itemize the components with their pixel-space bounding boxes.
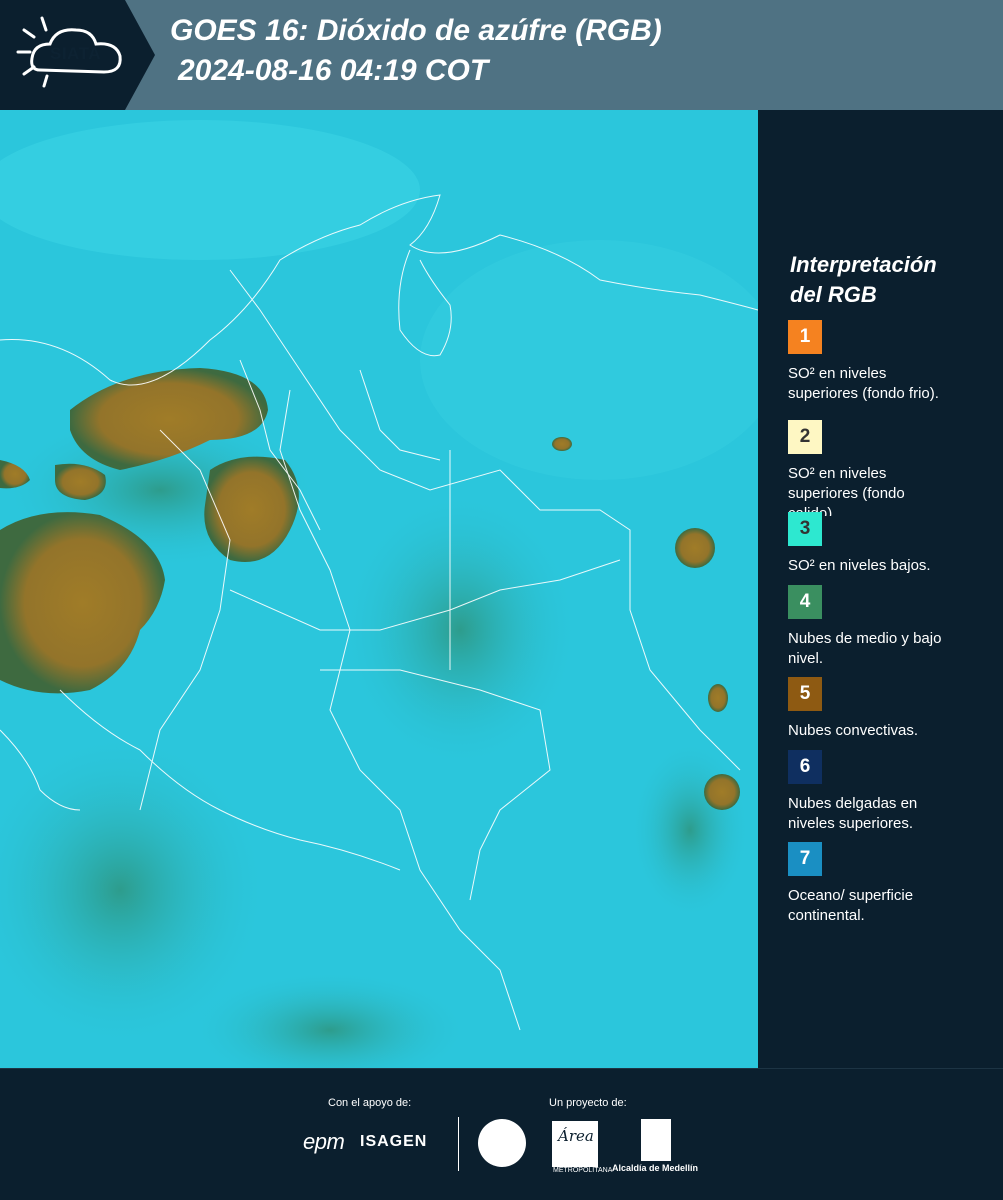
- footer-bar: Con el apoyo de: Un proyecto de: epm ISA…: [0, 1068, 1003, 1200]
- legend-desc-7: Oceano/ superficie continental.: [788, 886, 993, 926]
- legend-desc-5: Nubes convectivas.: [788, 721, 993, 741]
- legend-desc-2-line1: SO² en niveles: [788, 465, 887, 482]
- legend-desc-2: SO² en niveles superiores (fondo calido)…: [788, 464, 993, 516]
- legend-desc-2-line2: superiores (fondo: [788, 485, 905, 502]
- page-title: GOES 16: Dióxido de azúfre (RGB): [170, 14, 662, 47]
- legend-item-7: 7 Oceano/ superficie continental.: [788, 842, 993, 926]
- legend-desc-4-line1: Nubes de medio y bajo: [788, 630, 942, 647]
- map-image: [0, 110, 758, 1068]
- area-logo-word: Área: [558, 1127, 594, 1145]
- legend-desc-6-line1: Nubes delgadas en: [788, 795, 918, 812]
- legend-desc-6-line2: niveles superiores.: [788, 815, 914, 832]
- legend-item-6: 6 Nubes delgadas en niveles superiores.: [788, 750, 993, 834]
- support-label: Con el apoyo de:: [328, 1097, 412, 1109]
- legend-swatch-1: 1: [788, 320, 822, 354]
- area-metropolitana-logo: Área: [552, 1121, 598, 1167]
- legend-desc-1-line2: superiores (fondo frio).: [788, 385, 939, 402]
- legend-swatch-5: 5: [788, 677, 822, 711]
- legend-item-2: 2 SO² en niveles superiores (fondo calid…: [788, 420, 993, 516]
- legend-item-4: 4 Nubes de medio y bajo nivel.: [788, 585, 993, 669]
- legend-desc-7-line1: Oceano/ superficie: [788, 887, 914, 904]
- legend-swatch-3: 3: [788, 512, 822, 546]
- alcaldia-crest-icon: [641, 1119, 671, 1161]
- page-timestamp: 2024-08-16 04:19 COT: [178, 54, 489, 87]
- legend-desc-5-line1: Nubes convectivas.: [788, 722, 919, 739]
- siata-logo-text: SIATA: [50, 44, 101, 63]
- legend-panel: Interpretación del RGB 1 SO² en niveles …: [758, 110, 1003, 1068]
- legend-title-line2: del RGB: [790, 282, 877, 307]
- epm-logo: epm: [303, 1129, 345, 1154]
- legend-desc-6: Nubes delgadas en niveles superiores.: [788, 794, 993, 834]
- siata-logo: SIATA: [0, 0, 160, 110]
- satellite-map: [0, 110, 758, 1068]
- legend-swatch-2: 2: [788, 420, 822, 454]
- isagen-logo: ISAGEN: [360, 1133, 428, 1150]
- legend-swatch-7: 7: [788, 842, 822, 876]
- footer-divider: [458, 1117, 459, 1171]
- legend-desc-4: Nubes de medio y bajo nivel.: [788, 629, 993, 669]
- legend-desc-4-line2: nivel.: [788, 650, 824, 667]
- legend-item-3: 3 SO² en niveles bajos.: [788, 512, 993, 576]
- project-label: Un proyecto de:: [549, 1097, 627, 1109]
- legend-desc-1-line1: SO² en niveles: [788, 365, 887, 382]
- header-bar: SIATA GOES 16: Dióxido de azúfre (RGB) 2…: [0, 0, 1003, 110]
- university-seal-icon: [478, 1119, 526, 1167]
- area-logo-subtitle: METROPOLITANA: [553, 1167, 613, 1174]
- legend-desc-7-line2: continental.: [788, 907, 865, 924]
- legend-item-1: 1 SO² en niveles superiores (fondo frio)…: [788, 320, 993, 404]
- legend-desc-1: SO² en niveles superiores (fondo frio).: [788, 364, 993, 404]
- legend-desc-3: SO² en niveles bajos.: [788, 556, 993, 576]
- legend-title-line1: Interpretación: [790, 252, 937, 277]
- legend-title: Interpretación del RGB: [790, 250, 990, 310]
- legend-swatch-6: 6: [788, 750, 822, 784]
- alcaldia-label: Alcaldía de Medellín: [612, 1163, 699, 1173]
- legend-item-5: 5 Nubes convectivas.: [788, 677, 993, 741]
- legend-swatch-4: 4: [788, 585, 822, 619]
- legend-desc-3-line1: SO² en niveles bajos.: [788, 557, 931, 574]
